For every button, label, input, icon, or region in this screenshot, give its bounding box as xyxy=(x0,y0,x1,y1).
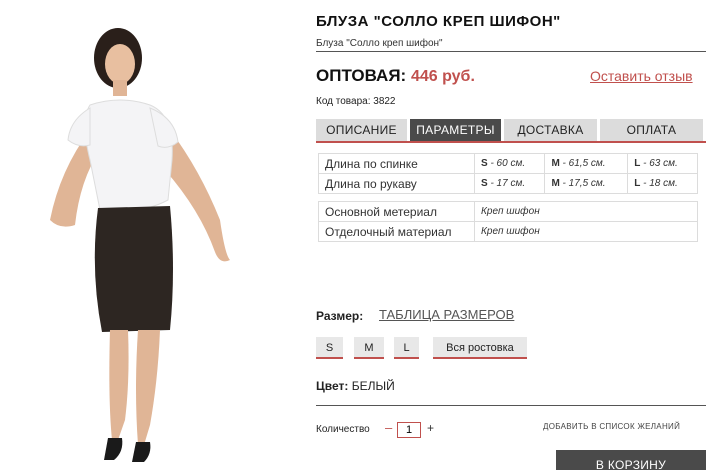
param-label: Длина по рукаву xyxy=(318,173,475,194)
param-size-l: L - 63 см. xyxy=(627,153,698,174)
size-label: Размер: xyxy=(316,309,364,323)
price-row: ОПТОВАЯ: 446 руб. xyxy=(316,66,475,86)
color-label: Цвет: xyxy=(316,379,349,393)
product-title: БЛУЗА "СОЛЛО КРЕП ШИФОН" xyxy=(316,13,561,30)
param-size-s: S - 60 см. xyxy=(473,153,546,174)
quantity-increment-button[interactable]: + xyxy=(427,421,434,435)
price-value: 446 руб. xyxy=(410,68,475,85)
size-option-s[interactable]: S xyxy=(316,337,343,359)
tab-parameters[interactable]: ПАРАМЕТРЫ xyxy=(410,119,501,141)
material-table: Основной метериал Креп шифон Отделочный … xyxy=(318,201,698,242)
divider xyxy=(316,405,706,406)
tab-delivery[interactable]: ДОСТАВКА xyxy=(504,119,597,141)
quantity-input[interactable] xyxy=(397,422,421,438)
table-row: Длина по спинке S - 60 см. M - 61,5 см. … xyxy=(318,153,698,174)
product-sku: Код товара: 3822 xyxy=(316,96,396,107)
quantity-label: Количество xyxy=(316,424,370,435)
price-label: ОПТОВАЯ: xyxy=(316,66,407,85)
size-table-link[interactable]: ТАБЛИЦА РАЗМЕРОВ xyxy=(379,307,514,322)
product-photo xyxy=(50,28,230,462)
size-params-table: Длина по спинке S - 60 см. M - 61,5 см. … xyxy=(318,153,698,194)
size-option-all[interactable]: Вся ростовка xyxy=(433,337,527,359)
color-value: БЕЛЫЙ xyxy=(351,379,395,393)
table-row: Основной метериал Креп шифон xyxy=(318,201,698,222)
size-option-l[interactable]: L xyxy=(394,337,419,359)
size-option-m[interactable]: M xyxy=(354,337,384,359)
material-label: Основной метериал xyxy=(318,201,475,222)
table-row: Длина по рукаву S - 17 см. M - 17,5 см. … xyxy=(318,173,698,194)
quantity-decrement-button[interactable]: – xyxy=(385,420,392,435)
material-value: Креп шифон xyxy=(474,221,698,242)
param-label: Длина по спинке xyxy=(318,153,475,174)
material-label: Отделочный материал xyxy=(318,221,475,242)
tab-payment[interactable]: ОПЛАТА xyxy=(600,119,703,141)
color-row: Цвет: БЕЛЫЙ xyxy=(316,379,395,393)
table-row: Отделочный материал Креп шифон xyxy=(318,221,698,242)
add-to-wishlist-link[interactable]: ДОБАВИТЬ В СПИСОК ЖЕЛАНИЙ xyxy=(543,422,680,431)
param-size-l: L - 18 см. xyxy=(627,173,698,194)
param-size-s: S - 17 см. xyxy=(473,173,546,194)
material-value: Креп шифон xyxy=(474,201,698,222)
param-size-m: M - 61,5 см. xyxy=(544,153,629,174)
tab-description[interactable]: ОПИСАНИЕ xyxy=(316,119,407,141)
product-subtitle: Блуза "Солло креп шифон" xyxy=(316,38,706,52)
product-tabs: ОПИСАНИЕ ПАРАМЕТРЫ ДОСТАВКА ОПЛАТА xyxy=(316,119,706,143)
leave-review-link[interactable]: Оставить отзыв xyxy=(590,68,693,84)
add-to-cart-button[interactable]: В КОРЗИНУ xyxy=(556,450,706,470)
param-size-m: M - 17,5 см. xyxy=(544,173,629,194)
